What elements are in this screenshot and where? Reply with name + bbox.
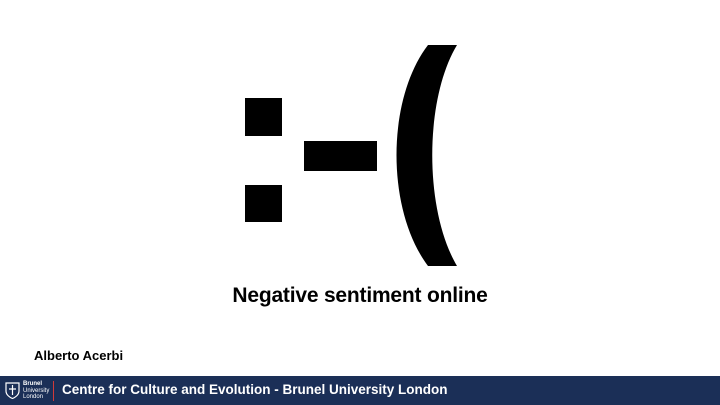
logo-line-3: London [23, 394, 44, 400]
colon-top-square [245, 98, 282, 136]
sad-emoticon-graphic [245, 45, 457, 266]
slide-title: Negative sentiment online [232, 284, 488, 307]
slide: Negative sentiment online Alberto Acerbi… [0, 0, 720, 405]
brunel-logo: Brunel University London [5, 379, 57, 402]
footer-bar: Brunel University London Centre for Cult… [0, 376, 720, 405]
dash-bar [304, 141, 377, 171]
author-name: Alberto Acerbi [34, 348, 124, 363]
colon-bottom-square [245, 185, 282, 222]
footer-text: Centre for Culture and Evolution - Brune… [62, 382, 448, 397]
crest-icon [5, 382, 20, 399]
open-paren-shape [396, 45, 457, 266]
logo-divider [53, 381, 54, 401]
logo-wordmark: Brunel University London [23, 381, 53, 401]
